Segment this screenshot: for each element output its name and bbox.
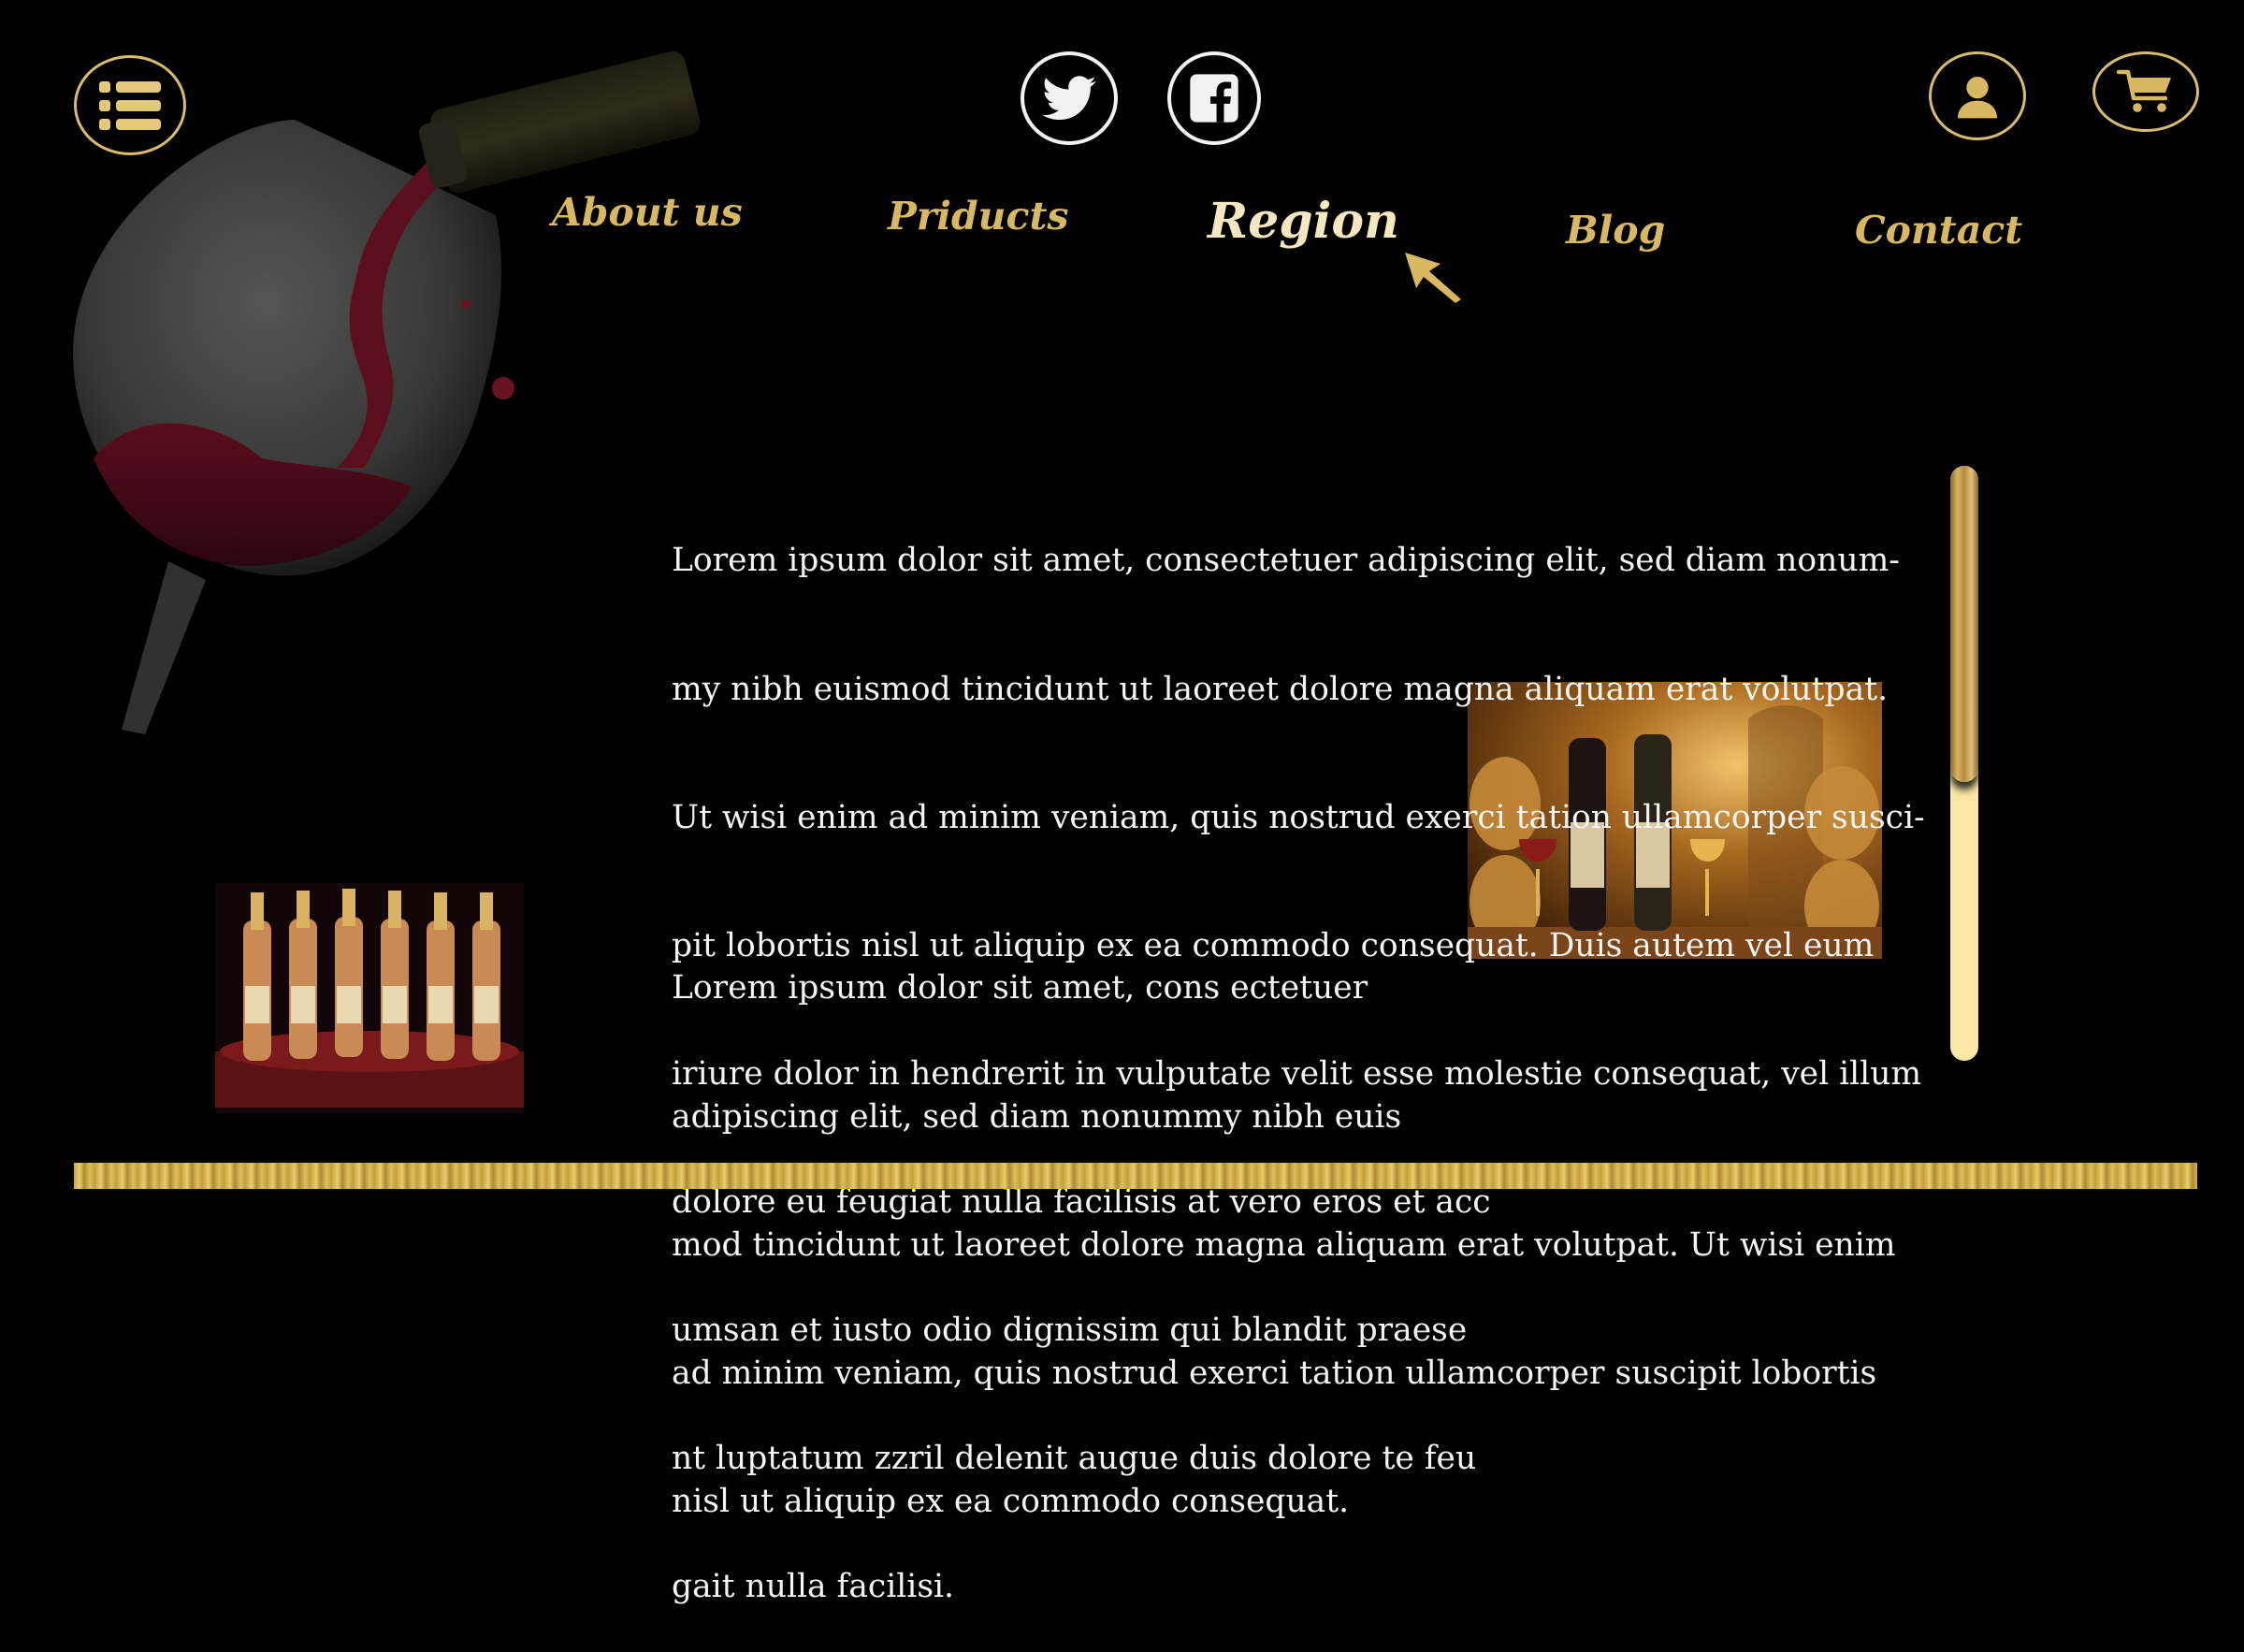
list-menu-icon <box>99 80 161 130</box>
paragraph-line: adipiscing elit, sed diam nonummy nibh e… <box>672 1097 1402 1136</box>
account-button[interactable] <box>1929 51 2026 140</box>
cursor-arrow-icon <box>1405 253 1461 303</box>
cart-button[interactable] <box>2092 51 2199 132</box>
paragraph-line: Lorem ipsum dolor sit amet, consectetuer… <box>672 542 1900 580</box>
user-icon <box>1958 76 1997 118</box>
nav-contact[interactable]: Contact <box>1855 208 2022 253</box>
paragraph-line: nisl ut aliquip ex ea commodo consequat. <box>672 1482 1350 1520</box>
menu-button[interactable] <box>74 55 186 155</box>
twitter-button[interactable] <box>1021 51 1118 145</box>
paragraph-line: ad minim veniam, quis nostrud exerci tat… <box>672 1354 1877 1392</box>
paragraph-line: Ut wisi enim ad minim veniam, quis nostr… <box>672 798 1925 836</box>
facebook-button[interactable] <box>1167 51 1261 145</box>
twitter-icon <box>1042 76 1096 121</box>
facebook-icon <box>1190 74 1238 123</box>
paragraph-line: Lorem ipsum dolor sit amet, cons ectetue… <box>672 969 1368 1007</box>
footer-gold-bar <box>74 1163 2197 1189</box>
wine-bottles-image <box>215 883 524 1113</box>
nav-about-us[interactable]: About us <box>552 190 743 235</box>
content-paragraph-2: Lorem ipsum dolor sit amet, cons ectetue… <box>672 882 1896 1566</box>
paragraph-line: mod tincidunt ut laoreet dolore magna al… <box>672 1225 1896 1264</box>
cart-icon <box>2117 69 2171 112</box>
paragraph-line: my nibh euismod tincidunt ut laoreet dol… <box>672 670 1889 708</box>
nav-region[interactable]: Region <box>1208 193 1399 250</box>
nav-blog[interactable]: Blog <box>1566 208 1665 253</box>
nav-products[interactable]: Priducts <box>888 194 1068 239</box>
scrollbar-thumb[interactable] <box>1950 466 1978 782</box>
paragraph-line: gait nulla facilisi. <box>672 1568 955 1606</box>
